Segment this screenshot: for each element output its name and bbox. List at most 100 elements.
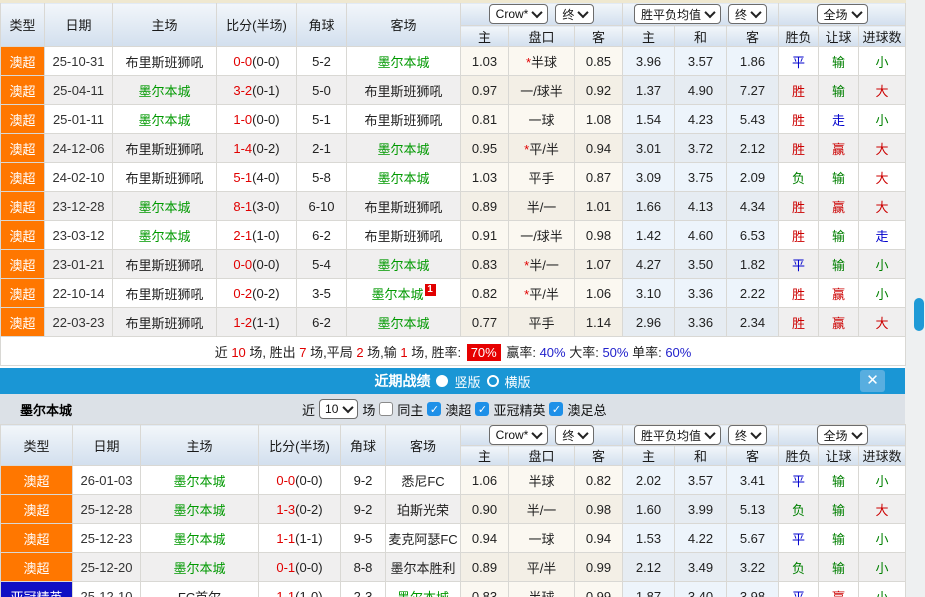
radio-vertical-layout[interactable] (436, 375, 448, 387)
avg-odds-select[interactable]: 胜平负均值 (634, 4, 721, 24)
avg-odds-value: 胜平负均值 (641, 6, 701, 23)
handicap-text: 平/半 (529, 142, 559, 157)
radio-horizontal-layout[interactable] (487, 375, 499, 387)
chevron-down-icon (578, 7, 589, 18)
away-team: 墨尔本城 (386, 582, 461, 597)
handicap-stage-select[interactable]: 终 (555, 425, 594, 445)
eu-away-odds: 6.53 (727, 221, 779, 250)
match-row: 澳超25-04-11墨尔本城3-2(0-1)5-0布里斯班狮吼0.97一/球半0… (1, 76, 906, 105)
home-team: 布里斯班狮吼 (113, 308, 217, 337)
score-cell: 1-4(0-2) (217, 134, 297, 163)
wdl-result: 胜 (779, 279, 819, 308)
wdl-result: 平 (779, 47, 819, 76)
handicap-result: 输 (819, 495, 859, 524)
content: 类型 日期 主场 比分(半场) 角球 客场 Crow* 终 胜平负均值 (0, 0, 905, 597)
league-aleague-label[interactable]: 澳超 (445, 400, 471, 419)
summary-row: 近 10 场, 胜出 7 场,平局 2 场,输 1 场, 胜率: 70% 赢率:… (1, 337, 906, 366)
league-cup-label[interactable]: 澳足总 (567, 400, 606, 419)
league-cup-checkbox[interactable]: ✓ (549, 402, 563, 416)
corner-count: 6-2 (297, 308, 347, 337)
eu-away-odds: 5.67 (727, 524, 779, 553)
odds-stage-select[interactable]: 终 (728, 425, 767, 445)
col-away: 客场 (347, 2, 461, 47)
eu-home-odds: 1.87 (623, 582, 675, 597)
summary-segment: 赢率: (503, 345, 540, 360)
league-acl-label[interactable]: 亚冠精英 (493, 400, 545, 419)
odds-stage-select[interactable]: 终 (728, 4, 767, 24)
match-row: 澳超25-01-11墨尔本城1-0(0-0)5-1布里斯班狮吼0.81一球1.0… (1, 105, 906, 134)
eu-draw-odds: 4.90 (675, 76, 727, 105)
halftime-score: (3-0) (252, 199, 279, 214)
eu-draw-odds: 3.40 (675, 582, 727, 597)
match-date: 25-01-11 (45, 105, 113, 134)
ah-home-odds: 0.94 (461, 524, 509, 553)
bookmaker-select[interactable]: Crow* (489, 4, 549, 24)
corner-count: 9-2 (341, 466, 386, 495)
col-date: 日期 (73, 425, 141, 466)
away-team-name: 布里斯班狮吼 (364, 200, 442, 215)
radio-horizontal-label[interactable]: 横版 (505, 372, 531, 391)
fulltime-select[interactable]: 全场 (817, 4, 868, 24)
handicap-line: 一球 (509, 524, 575, 553)
ah-away-odds: 1.01 (575, 192, 623, 221)
corner-count: 5-0 (297, 76, 347, 105)
bookmaker-select[interactable]: Crow* (489, 425, 549, 445)
near-label: 近 (302, 400, 315, 419)
eu-away-odds: 5.13 (727, 495, 779, 524)
radio-vertical-label[interactable]: 竖版 (454, 372, 480, 391)
score-cell: 0-0(0-0) (217, 250, 297, 279)
col-eu-away: 客 (727, 446, 779, 466)
fulltime-select[interactable]: 全场 (817, 425, 868, 445)
halftime-score: (0-0) (252, 257, 279, 272)
team-name: 墨尔本城 (20, 400, 72, 419)
ah-away-odds: 0.82 (575, 466, 623, 495)
chevron-down-icon (343, 402, 354, 413)
col-home: 主场 (113, 2, 217, 47)
ah-home-odds: 1.06 (461, 466, 509, 495)
match-count-select[interactable]: 10 (319, 399, 358, 419)
wdl-result: 平 (779, 524, 819, 553)
fulltime-score: 5-1 (233, 170, 252, 185)
wdl-result: 负 (779, 553, 819, 582)
summary-segment: 10 (231, 345, 245, 360)
same-home-checkbox[interactable] (379, 402, 393, 416)
handicap-result: 输 (819, 76, 859, 105)
goals-result: 大 (859, 163, 906, 192)
match-date: 24-02-10 (45, 163, 113, 192)
handicap-text: 半/一 (529, 258, 559, 273)
eu-draw-odds: 4.23 (675, 105, 727, 134)
scrollbar-thumb[interactable] (914, 298, 924, 331)
wdl-result: 平 (779, 250, 819, 279)
eu-home-odds: 4.27 (623, 250, 675, 279)
match-date: 25-04-11 (45, 76, 113, 105)
halftime-score: (1-1) (252, 315, 279, 330)
score-cell: 5-1(4-0) (217, 163, 297, 192)
close-icon[interactable]: ✕ (860, 370, 885, 392)
ah-away-odds: 1.08 (575, 105, 623, 134)
league-aleague-checkbox[interactable]: ✓ (427, 402, 441, 416)
home-team: 布里斯班狮吼 (113, 163, 217, 192)
eu-away-odds: 2.22 (727, 279, 779, 308)
ah-home-odds: 0.77 (461, 308, 509, 337)
handicap-line: *半/一 (509, 250, 575, 279)
score-cell: 0-1(0-0) (259, 553, 341, 582)
away-team: 布里斯班狮吼 (347, 221, 461, 250)
wdl-result: 胜 (779, 192, 819, 221)
avg-odds-select[interactable]: 胜平负均值 (634, 425, 721, 445)
ah-away-odds: 0.87 (575, 163, 623, 192)
summary-segment: 场, 胜率: (408, 345, 465, 360)
ah-away-odds: 0.98 (575, 495, 623, 524)
same-home-label[interactable]: 同主 (397, 400, 423, 419)
handicap-result: 输 (819, 524, 859, 553)
col-away: 客场 (386, 425, 461, 466)
corner-count: 2-1 (297, 134, 347, 163)
wdl-result: 胜 (779, 134, 819, 163)
handicap-result: 输 (819, 250, 859, 279)
col-score: 比分(半场) (217, 2, 297, 47)
handicap-stage-select[interactable]: 终 (555, 4, 594, 24)
league-acl-checkbox[interactable]: ✓ (475, 402, 489, 416)
ah-home-odds: 0.89 (461, 553, 509, 582)
away-team-name: 布里斯班狮吼 (364, 113, 442, 128)
away-team-name: 墨尔本胜利 (390, 561, 455, 576)
match-count-value: 10 (325, 402, 338, 416)
